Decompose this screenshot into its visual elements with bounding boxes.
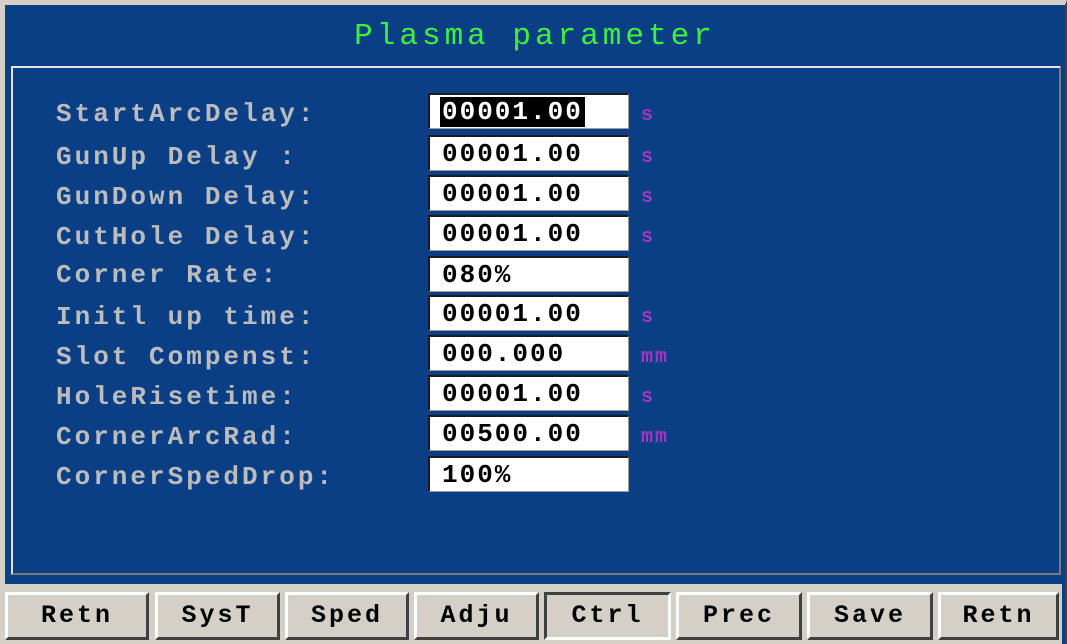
- param-label-4: CutHole Delay:: [56, 222, 317, 252]
- param-value-text: 100%: [442, 460, 513, 490]
- param-unit-1: s: [641, 104, 656, 127]
- param-value-field-5[interactable]: 080%: [428, 256, 629, 292]
- toolbar-button-adju-4[interactable]: Adju: [414, 592, 539, 640]
- param-label-5: Corner Rate:: [56, 260, 280, 290]
- toolbar-button-retn-8[interactable]: Retn: [938, 592, 1059, 640]
- param-label-3: GunDown Delay:: [56, 182, 317, 212]
- param-unit-7: mm: [641, 346, 670, 369]
- toolbar-button-ctrl-5[interactable]: Ctrl: [544, 592, 671, 640]
- param-label-9: CornerArcRad:: [56, 422, 298, 452]
- param-value-field-9[interactable]: 00500.00: [428, 415, 629, 451]
- param-label-2: GunUp Delay :: [56, 142, 298, 172]
- toolbar-button-save-7[interactable]: Save: [807, 592, 933, 640]
- param-value-field-7[interactable]: 000.000: [428, 335, 629, 371]
- param-value-text: 00001.00: [442, 139, 583, 169]
- param-value-field-6[interactable]: 00001.00: [428, 295, 629, 331]
- param-unit-4: s: [641, 226, 656, 249]
- param-unit-9: mm: [641, 426, 670, 449]
- param-value-text: 00001.00: [440, 97, 585, 127]
- toolbar-button-prec-6[interactable]: Prec: [676, 592, 802, 640]
- param-label-6: Initl up time:: [56, 302, 317, 332]
- param-value-field-4[interactable]: 00001.00: [428, 215, 629, 251]
- param-value-text: 000.000: [442, 339, 566, 369]
- param-value-field-8[interactable]: 00001.00: [428, 375, 629, 411]
- param-label-10: CornerSpedDrop:: [56, 462, 336, 492]
- toolbar-button-sped-3[interactable]: Sped: [285, 592, 409, 640]
- param-value-text: 00001.00: [442, 379, 583, 409]
- param-unit-8: s: [641, 386, 656, 409]
- param-label-8: HoleRisetime:: [56, 382, 298, 412]
- param-value-text: 080%: [442, 260, 513, 290]
- param-value-field-2[interactable]: 00001.00: [428, 135, 629, 171]
- param-value-text: 00001.00: [442, 219, 583, 249]
- function-key-toolbar: Retn SysT Sped Adju Ctrl Prec Save Retn: [0, 584, 1062, 644]
- toolbar-button-syst-2[interactable]: SysT: [155, 592, 280, 640]
- window-title: Plasma parameter: [354, 19, 716, 54]
- param-unit-6: s: [641, 306, 656, 329]
- param-value-field-3[interactable]: 00001.00: [428, 175, 629, 211]
- param-label-7: Slot Compenst:: [56, 342, 317, 372]
- param-unit-3: s: [641, 186, 656, 209]
- param-label-1: StartArcDelay:: [56, 99, 317, 129]
- param-value-text: 00001.00: [442, 179, 583, 209]
- param-value-text: 00001.00: [442, 299, 583, 329]
- toolbar-button-retn-1[interactable]: Retn: [5, 592, 149, 640]
- param-value-field-1[interactable]: 00001.00: [428, 93, 629, 129]
- param-unit-2: s: [641, 146, 656, 169]
- param-value-text: 00500.00: [442, 419, 583, 449]
- param-value-field-10[interactable]: 100%: [428, 456, 629, 492]
